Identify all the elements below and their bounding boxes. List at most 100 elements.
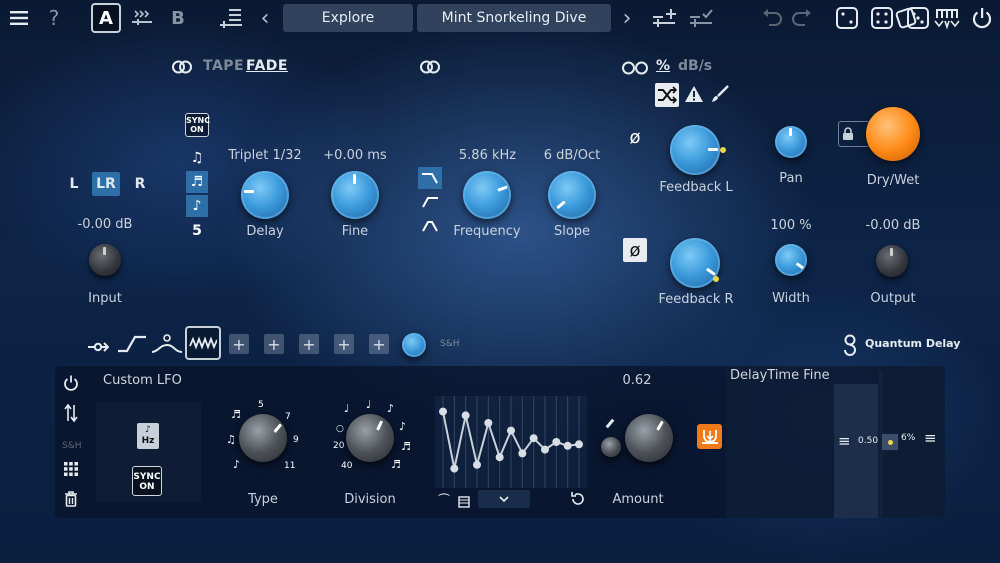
graph-step-point[interactable] — [473, 460, 481, 469]
undo-icon[interactable] — [760, 5, 784, 31]
channel-l-button[interactable]: L — [66, 172, 82, 196]
add-mod-slot-2[interactable]: + — [264, 334, 284, 354]
amount-small-knob[interactable] — [601, 437, 621, 457]
delay-knob[interactable] — [241, 171, 289, 219]
feedback-link-icon[interactable] — [622, 60, 648, 79]
note-divider-value[interactable]: 5 — [186, 223, 208, 239]
drywet-knob[interactable] — [866, 107, 920, 161]
graph-step-point[interactable] — [507, 426, 515, 435]
lfo-grid-icon[interactable] — [59, 458, 83, 480]
feedback-l-knob[interactable] — [670, 125, 720, 175]
sh-label: S&H — [440, 339, 460, 349]
random-dice-icon[interactable] — [834, 5, 860, 31]
menu-icon[interactable] — [8, 5, 30, 31]
preset-name[interactable]: Mint Snorkeling Dive — [417, 4, 611, 32]
percent-unit[interactable]: % — [656, 58, 670, 74]
compare-icon[interactable] — [688, 5, 716, 31]
lfo-reset-icon[interactable] — [570, 491, 586, 511]
note-dotted-icon[interactable]: ♪ — [186, 195, 208, 217]
phase-l-button[interactable]: ø — [623, 125, 647, 149]
graph-step-point[interactable] — [575, 440, 583, 449]
graph-step-point[interactable] — [450, 464, 459, 473]
highpass-filter-icon[interactable] — [418, 191, 442, 213]
phase-r-button[interactable]: ø — [623, 238, 647, 262]
lfo-type-knob[interactable] — [239, 414, 287, 462]
destination-slider-thumb[interactable] — [882, 434, 898, 450]
link-icon[interactable] — [420, 59, 440, 79]
graph-step-point[interactable] — [529, 434, 538, 443]
add-mod-slot-1[interactable]: + — [229, 334, 249, 354]
envelope-mod-icon[interactable] — [117, 334, 147, 358]
midi-learn-icon[interactable] — [932, 5, 962, 31]
lfo-division-knob[interactable] — [346, 414, 394, 462]
save-preset-icon[interactable] — [651, 5, 679, 31]
lfo-sync-toggle[interactable]: SYNC ON — [132, 466, 162, 496]
pan-knob[interactable] — [775, 126, 807, 158]
next-preset-icon[interactable]: › — [620, 5, 634, 31]
output-knob[interactable] — [876, 245, 908, 277]
width-knob[interactable] — [775, 244, 807, 276]
graph-step-point[interactable] — [563, 441, 572, 450]
lfo-step-graph[interactable] — [435, 396, 587, 488]
help-icon[interactable]: ? — [44, 5, 64, 31]
graph-step-point[interactable] — [552, 438, 561, 446]
lfo-mod-button[interactable] — [185, 326, 221, 360]
sh-mod-knob[interactable] — [402, 333, 426, 357]
type-mark-7: 7 — [285, 412, 291, 422]
lfo-curve-tool-icon[interactable]: ⏜ — [438, 493, 450, 508]
lfo-bipolar-icon[interactable] — [59, 402, 83, 424]
lfo-power-icon[interactable] — [59, 372, 83, 394]
bandpass-filter-icon[interactable] — [418, 215, 442, 237]
lowpass-filter-icon[interactable] — [418, 167, 442, 189]
preset-b-button[interactable]: B — [168, 5, 188, 31]
tape-fade-link-icon[interactable] — [172, 59, 192, 79]
lfo-shape-dropdown[interactable] — [478, 490, 530, 508]
mod-route-icon[interactable] — [87, 338, 110, 357]
destination-min-handle-icon[interactable]: ≡ — [838, 432, 851, 450]
dbs-unit[interactable]: dB/s — [678, 58, 712, 74]
slope-knob[interactable] — [548, 171, 596, 219]
delay-knob-pointer — [244, 190, 254, 193]
randomize-all-icon[interactable] — [870, 5, 930, 31]
lfo-sh-label[interactable]: S&H — [62, 441, 82, 451]
graph-step-point[interactable] — [461, 411, 470, 420]
frequency-knob[interactable] — [463, 171, 511, 219]
add-mod-slot-3[interactable]: + — [299, 334, 319, 354]
tape-label[interactable]: TAPE — [203, 58, 244, 74]
fine-knob[interactable] — [331, 171, 379, 219]
lfo-step-tool-icon[interactable] — [458, 493, 470, 512]
graph-step-point[interactable] — [484, 419, 493, 427]
division-note-icon-6: ♬ — [391, 458, 401, 471]
channel-lr-button[interactable]: LR — [92, 172, 120, 196]
note-straight-icon[interactable]: ♫ — [186, 147, 208, 169]
warning-icon[interactable] — [684, 85, 704, 107]
input-knob[interactable] — [89, 244, 121, 276]
preset-category[interactable]: Explore — [283, 4, 413, 32]
lfo-trash-icon[interactable] — [59, 488, 83, 510]
lfo-amount-knob[interactable] — [625, 414, 673, 462]
note-triplet-icon[interactable]: ♬ — [186, 171, 208, 193]
lock-icon — [843, 127, 853, 140]
lfo-target-button[interactable] — [697, 424, 722, 449]
lfo-amount-knob-pointer — [656, 420, 664, 431]
add-mod-slot-4[interactable]: + — [334, 334, 354, 354]
fade-label[interactable]: FADE — [246, 58, 288, 74]
prev-preset-icon[interactable]: ‹ — [258, 5, 272, 31]
brush-icon[interactable] — [710, 84, 730, 108]
graph-step-point[interactable] — [518, 449, 527, 458]
cross-feedback-icon[interactable] — [655, 83, 679, 107]
delay-sync-toggle[interactable]: SYNC ON — [185, 113, 210, 137]
follower-mod-icon[interactable] — [151, 333, 183, 361]
power-icon[interactable] — [970, 5, 994, 31]
graph-step-point[interactable] — [439, 407, 447, 416]
graph-step-point[interactable] — [541, 445, 549, 454]
channel-r-button[interactable]: R — [132, 172, 148, 196]
redo-icon[interactable] — [790, 5, 814, 31]
add-mod-slot-5[interactable]: + — [369, 334, 389, 354]
preset-a-button[interactable]: A — [91, 3, 121, 33]
preset-list-icon[interactable] — [218, 5, 244, 31]
destination-max-handle-icon[interactable]: ≡ — [924, 429, 937, 447]
copy-a-to-b-icon[interactable] — [130, 5, 154, 31]
graph-step-point[interactable] — [495, 453, 504, 462]
lfo-hz-button[interactable]: ♪ Hz — [137, 423, 159, 449]
